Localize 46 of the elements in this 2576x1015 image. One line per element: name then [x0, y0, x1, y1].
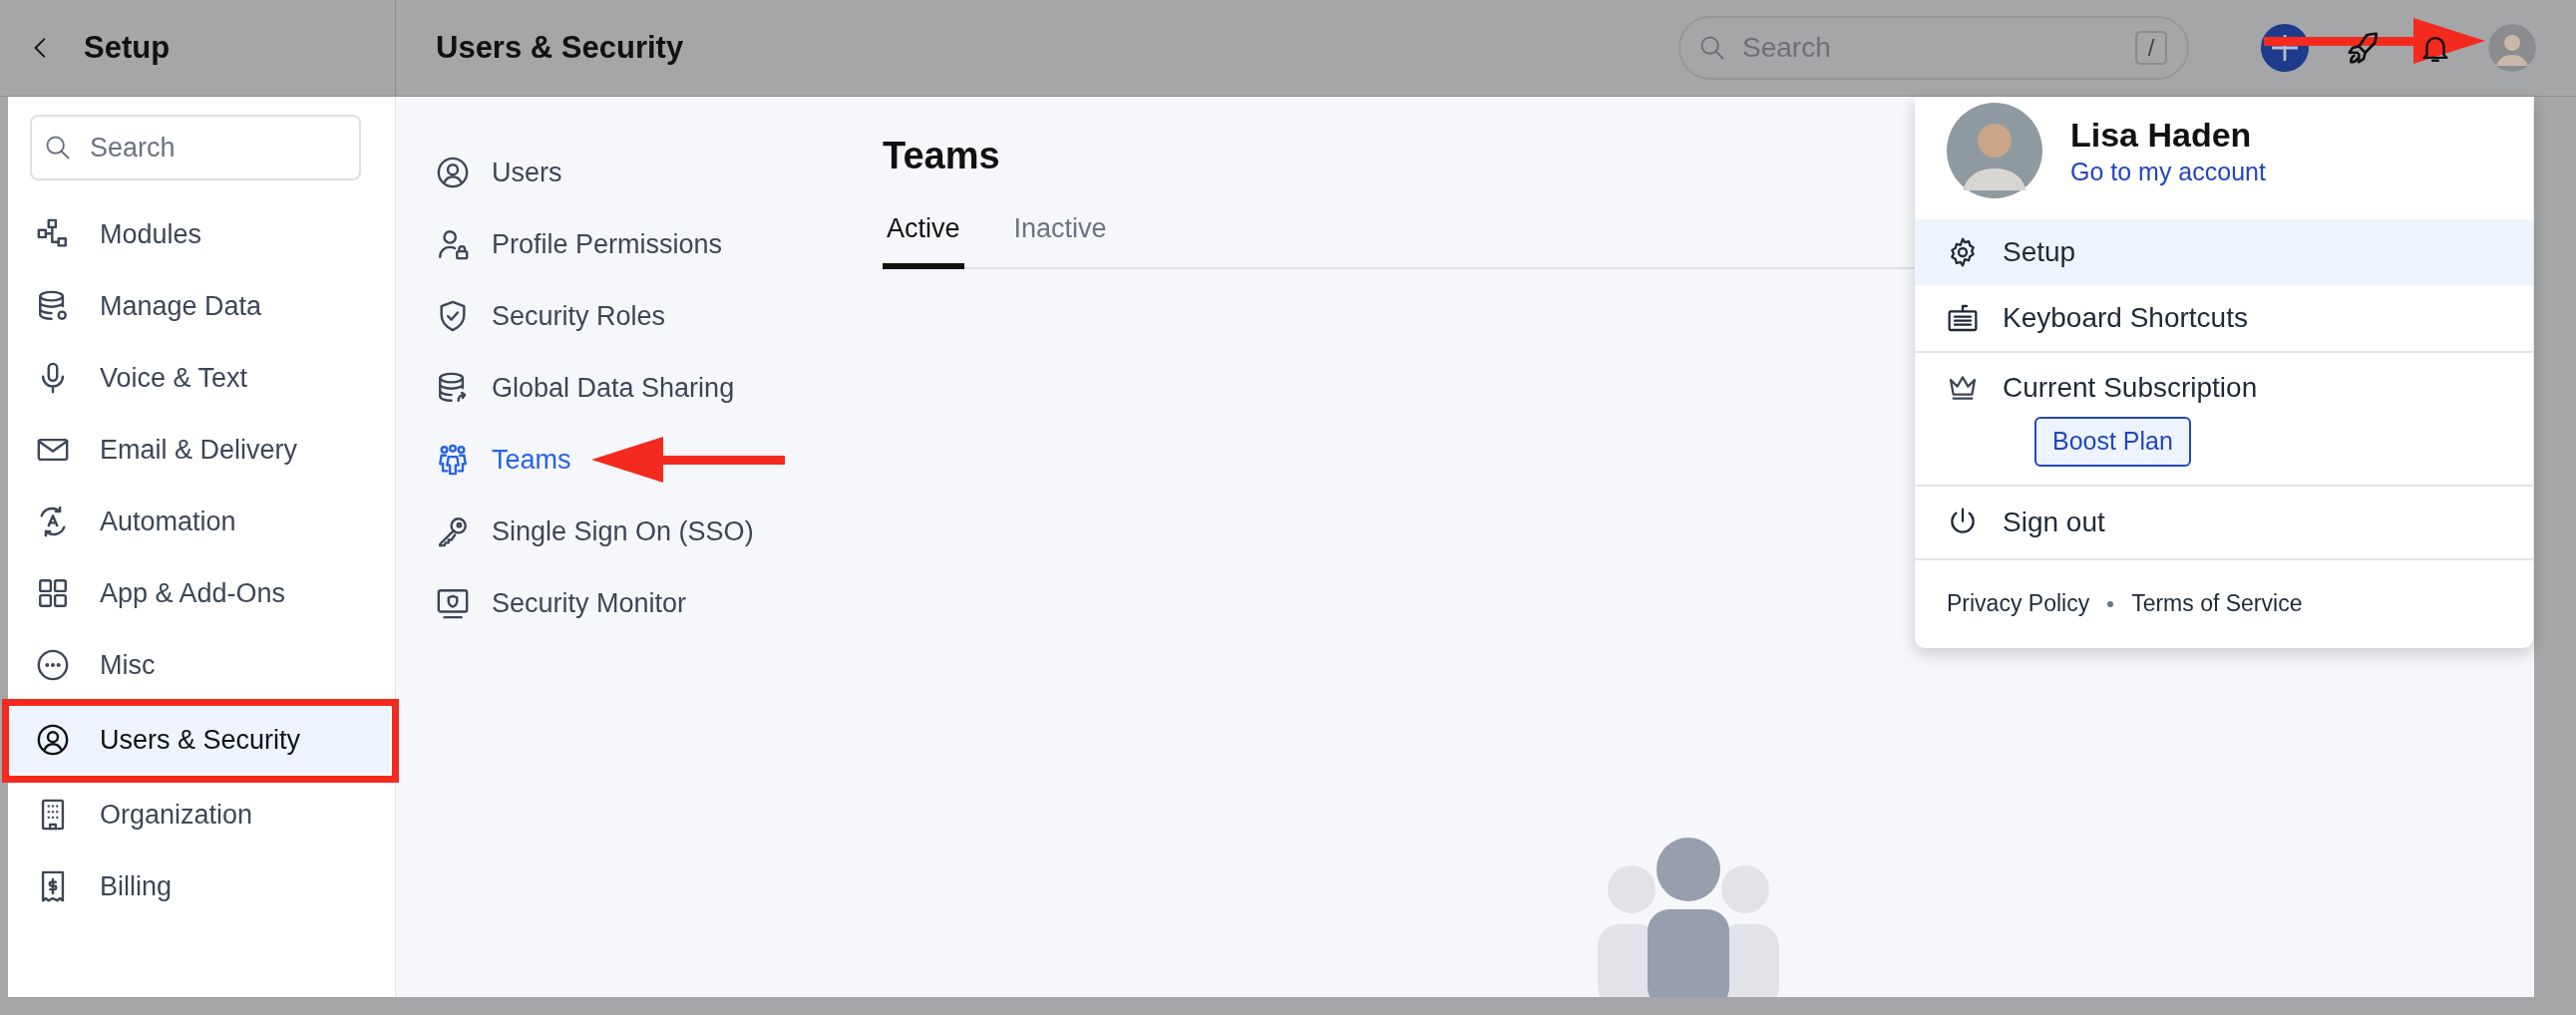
tab[interactable]: Inactive [1009, 200, 1111, 269]
sidebar-item[interactable]: Billing [8, 850, 395, 922]
menu-item[interactable]: Keyboard Shortcuts [1915, 285, 2533, 351]
subscription-label: Current Subscription [2003, 371, 2258, 405]
footer-link[interactable]: Privacy Policy [1947, 586, 2090, 621]
user-lock-icon [436, 227, 470, 261]
sidebar-item[interactable]: Manage Data [8, 270, 395, 342]
nav-item[interactable]: Global Data Sharing [436, 352, 883, 424]
nav-item[interactable]: Single Sign On (SSO) [436, 496, 883, 567]
search-icon [44, 134, 72, 162]
page-title: Setup [84, 28, 171, 67]
key-icon [436, 514, 470, 548]
shortcut-key: / [2135, 31, 2167, 65]
sidebar-item[interactable]: Voice & Text [8, 342, 395, 414]
sidebar-item[interactable]: Modules [8, 198, 395, 270]
keyboard-icon [1947, 302, 1979, 334]
grid-icon [36, 576, 70, 610]
nav-item[interactable]: Security Roles [436, 280, 883, 352]
section-title: Users & Security [436, 28, 684, 67]
sidebar-item[interactable]: Automation [8, 486, 395, 557]
people-icon [436, 443, 470, 477]
menu-item[interactable]: Setup [1915, 219, 2533, 285]
tab[interactable]: Active [883, 200, 964, 269]
account-link[interactable]: Go to my account [2070, 158, 2266, 186]
sidebar-item[interactable]: App & Add-Ons [8, 557, 395, 629]
database-gear-icon [36, 289, 70, 323]
plan-badge: Boost Plan [2034, 417, 2191, 467]
sidebar-item[interactable]: Misc [8, 629, 395, 701]
sidebar-item[interactable]: Organization [8, 779, 395, 850]
user-name: Lisa Haden [2070, 117, 2253, 155]
separator-dot [2107, 600, 2114, 607]
plus-icon [2272, 35, 2298, 61]
nav-item[interactable]: Security Monitor [436, 567, 883, 639]
content-title: Teams [883, 137, 1000, 174]
footer-link[interactable]: Terms of Service [2131, 586, 2303, 621]
user-circle-icon [436, 156, 470, 189]
nav-item[interactable]: Teams [436, 424, 883, 496]
search-icon [1698, 34, 1726, 62]
nav-item[interactable]: Profile Permissions [436, 208, 883, 280]
sidebar-item[interactable]: Users & Security [10, 707, 390, 773]
sidebar-item[interactable]: Email & Delivery [8, 414, 395, 486]
nav-item[interactable]: Users [436, 137, 883, 208]
monitor-shield-icon [436, 586, 470, 620]
dots-circle-icon [36, 648, 70, 682]
sign-out-item[interactable]: Sign out [1915, 486, 2533, 558]
user-circle-icon [36, 723, 70, 757]
